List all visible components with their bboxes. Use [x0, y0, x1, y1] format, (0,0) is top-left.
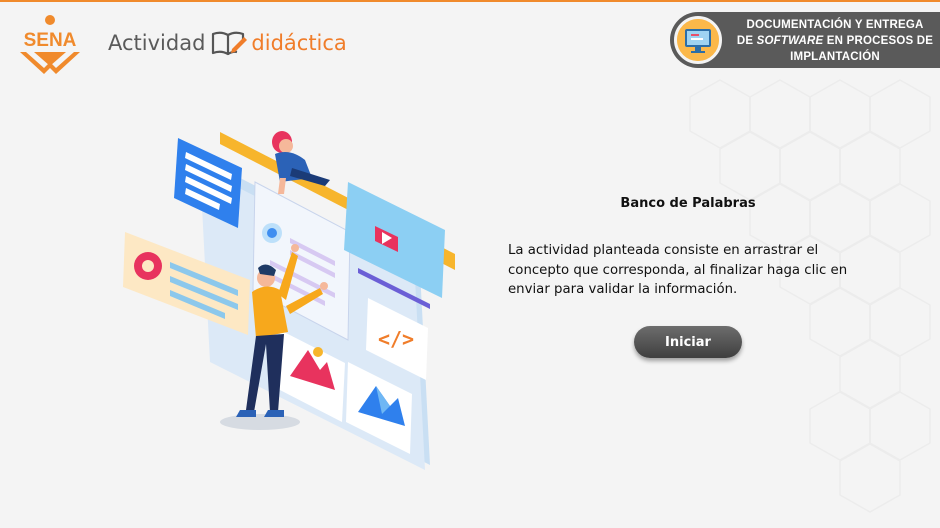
code-icon: </>	[378, 327, 414, 351]
hero-illustration: </>	[123, 131, 455, 470]
activity-brand: Actividad didáctica	[108, 28, 347, 58]
start-button[interactable]: Iniciar	[634, 326, 742, 358]
brand-word-actividad: Actividad	[108, 31, 206, 55]
top-accent-line	[0, 0, 940, 2]
book-pencil-icon	[212, 31, 248, 56]
course-title-line2: DE SOFTWARE EN PROCESOS DE	[736, 35, 934, 47]
course-title: DOCUMENTACIÓN Y ENTREGA DE SOFTWARE EN P…	[730, 17, 940, 65]
sena-logo-text: SENA	[24, 30, 77, 51]
monitor-icon	[677, 19, 719, 61]
course-title-line1: DOCUMENTACIÓN Y ENTREGA	[746, 19, 924, 31]
sena-logo: SENA	[20, 15, 80, 74]
badge-avatar	[674, 16, 722, 64]
brand-word-didactica: didáctica	[251, 31, 347, 55]
activity-description: La actividad planteada consiste en arras…	[508, 243, 848, 297]
course-badge: DOCUMENTACIÓN Y ENTREGA DE SOFTWARE EN P…	[670, 12, 940, 68]
course-title-line3: IMPLANTACIÓN	[790, 51, 880, 63]
activity-title: Banco de Palabras	[620, 196, 756, 211]
